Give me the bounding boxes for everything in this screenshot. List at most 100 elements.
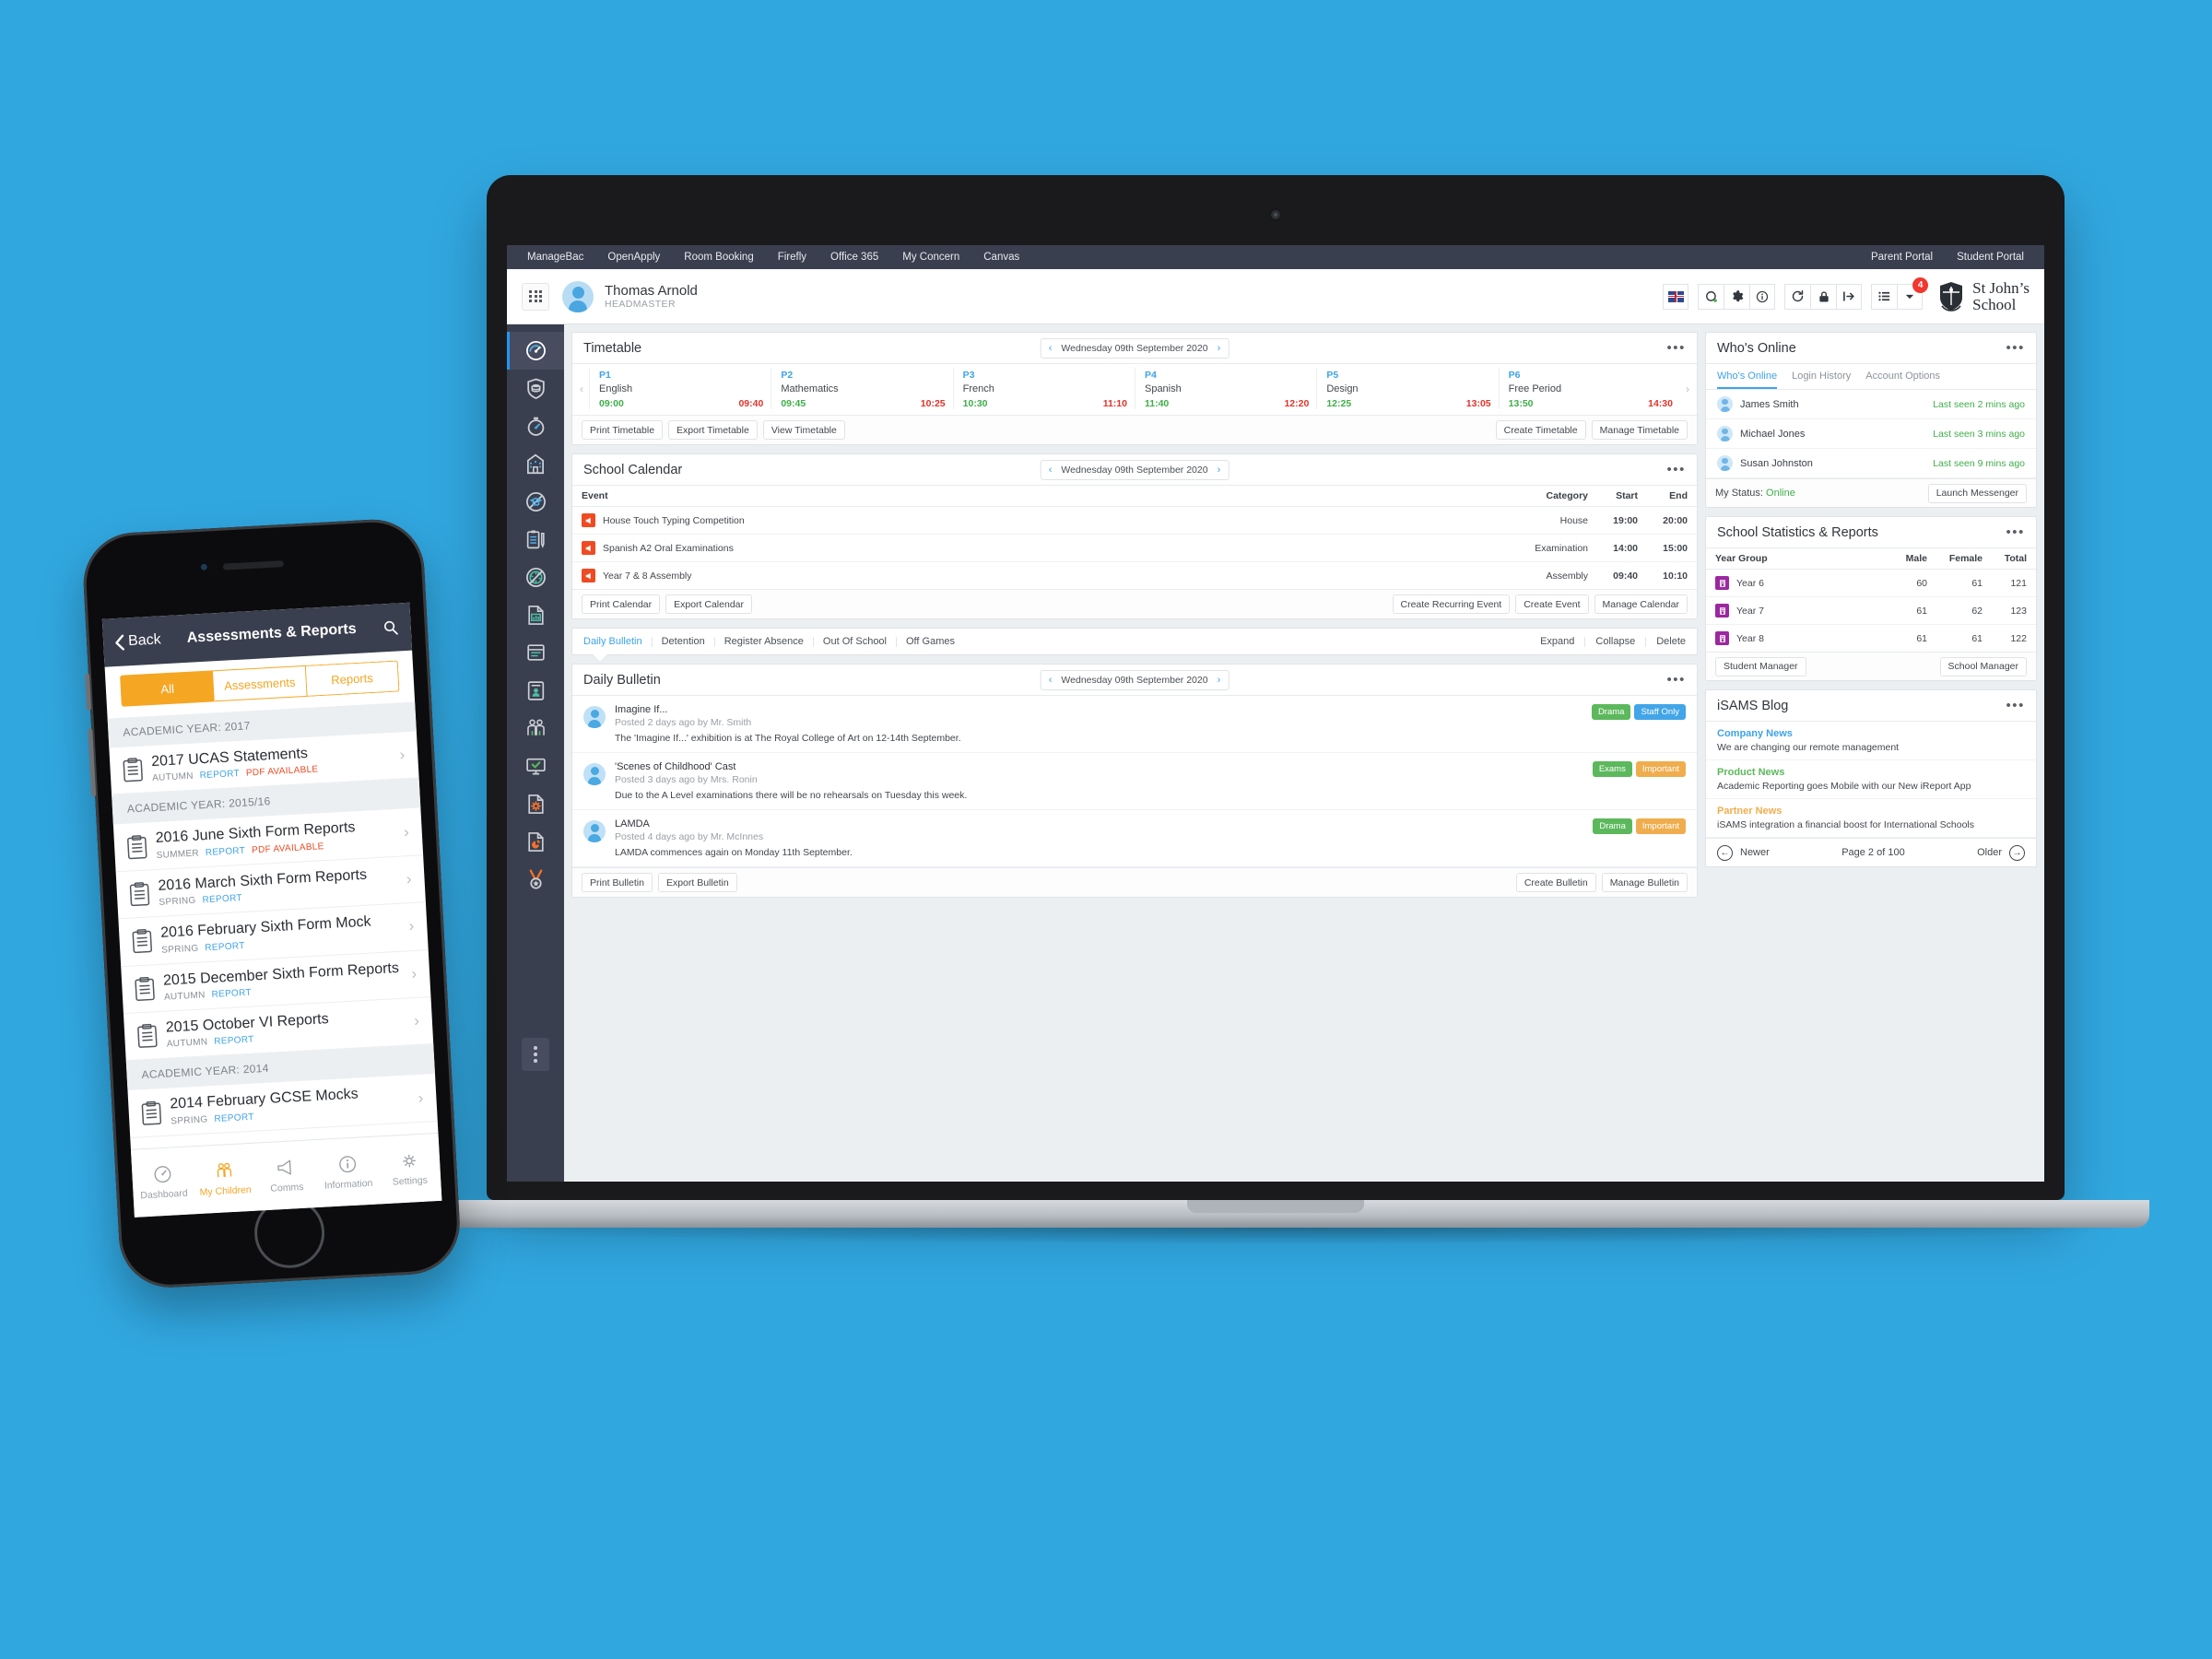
sidebar-item-external-exams[interactable] — [507, 521, 564, 559]
phone-tab-dashboard[interactable]: Dashboard — [131, 1147, 196, 1218]
sidebar-item-staff-records[interactable] — [507, 672, 564, 710]
tab-login-history[interactable]: Login History — [1792, 364, 1851, 389]
export-bulletin-button[interactable]: Export Bulletin — [657, 873, 737, 892]
topbar-link-firefly[interactable]: Firefly — [778, 252, 806, 263]
sidebar-item-registration[interactable] — [507, 634, 564, 672]
notifications-menu[interactable]: 4 — [1871, 276, 1929, 310]
manage-bulletin-button[interactable]: Manage Bulletin — [1601, 873, 1688, 892]
view-timetable-button[interactable]: View Timetable — [762, 420, 845, 440]
lock-icon[interactable] — [1810, 283, 1837, 310]
sidebar-item-online-reports[interactable] — [507, 596, 564, 634]
search-icon[interactable] — [382, 618, 400, 637]
bulletin-date-picker[interactable]: ‹ Wednesday 09th September 2020 › — [1040, 669, 1230, 690]
list-item[interactable]: 'Scenes of Childhood' Cast Posted 3 days… — [572, 753, 1697, 810]
table-row[interactable]: Year 8 61 61 122 — [1706, 625, 2036, 653]
list-item[interactable]: LAMDA Posted 4 days ago by Mr. McInnes L… — [572, 810, 1697, 867]
tab-out-of-school[interactable]: Out Of School — [814, 636, 896, 647]
sidebar-item-rewards[interactable] — [507, 861, 564, 899]
table-row[interactable]: House Touch Typing Competition House 19:… — [572, 506, 1697, 535]
topbar-link-office365[interactable]: Office 365 — [830, 252, 878, 263]
table-row[interactable]: Year 7 61 62 123 — [1706, 596, 2036, 625]
topbar-link-openapply[interactable]: OpenApply — [607, 252, 660, 263]
period-p2[interactable]: P2 Mathematics 09:45 10:25 — [771, 368, 952, 409]
list-item[interactable]: Product News Academic Reporting goes Mob… — [1706, 760, 2036, 799]
print-calendar-button[interactable]: Print Calendar — [582, 594, 661, 614]
period-p1[interactable]: P1 English 09:00 09:40 — [589, 368, 771, 409]
topbar-link-room-booking[interactable]: Room Booking — [684, 252, 753, 263]
sidebar-item-tasks[interactable] — [507, 747, 564, 785]
sidebar-item-pupil-manager[interactable] — [507, 710, 564, 747]
phone-volume-up-button[interactable] — [84, 673, 92, 711]
list-item[interactable]: Michael Jones Last seen 3 mins ago — [1706, 419, 2036, 449]
tab-whos-online[interactable]: Who's Online — [1717, 364, 1778, 389]
sidebar-item-discipline[interactable] — [507, 407, 564, 445]
phone-tab-settings[interactable]: Settings — [377, 1134, 442, 1205]
topbar-link-managebac[interactable]: ManageBac — [527, 252, 583, 263]
list-item[interactable]: Partner News iSAMS integration a financi… — [1706, 799, 2036, 838]
student-manager-button[interactable]: Student Manager — [1715, 656, 1806, 677]
timetable-date-picker[interactable]: ‹ Wednesday 09th September 2020 › — [1040, 337, 1230, 359]
topbar-link-parent-portal[interactable]: Parent Portal — [1871, 252, 1933, 263]
gear-icon[interactable] — [1724, 283, 1750, 310]
phone-tab-my-children[interactable]: My Children — [193, 1144, 258, 1215]
tab-detention[interactable]: Detention — [653, 636, 714, 647]
table-row[interactable]: Spanish A2 Oral Examinations Examination… — [572, 534, 1697, 562]
period-p5[interactable]: P5 Design 12:25 13:05 — [1316, 368, 1498, 409]
tab-register-absence[interactable]: Register Absence — [715, 636, 813, 647]
expand-action[interactable]: Expand — [1530, 636, 1584, 647]
print-timetable-button[interactable]: Print Timetable — [582, 420, 664, 440]
topbar-link-my-concern[interactable]: My Concern — [902, 252, 959, 263]
apps-grid-icon[interactable] — [522, 282, 549, 311]
newer-arrow-icon[interactable]: ← — [1717, 844, 1733, 861]
phone-tab-comms[interactable]: Comms — [253, 1140, 319, 1211]
topbar-link-canvas[interactable]: Canvas — [983, 252, 1019, 263]
create-timetable-button[interactable]: Create Timetable — [1495, 420, 1586, 440]
tab-off-games[interactable]: Off Games — [897, 636, 964, 647]
create-bulletin-button[interactable]: Create Bulletin — [1515, 873, 1596, 892]
older-arrow-icon[interactable]: → — [2009, 844, 2025, 861]
collapse-action[interactable]: Collapse — [1585, 636, 1645, 647]
sidebar-item-reporting[interactable] — [507, 823, 564, 861]
sidebar-item-estates[interactable] — [507, 445, 564, 483]
list-item[interactable]: James Smith Last seen 2 mins ago — [1706, 390, 2036, 419]
manage-timetable-button[interactable]: Manage Timetable — [1591, 420, 1688, 440]
tab-account-options[interactable]: Account Options — [1865, 364, 1940, 389]
list-menu-icon[interactable] — [1871, 283, 1898, 310]
tab-daily-bulletin[interactable]: Daily Bulletin — [583, 636, 652, 647]
info-icon[interactable] — [1749, 283, 1776, 310]
export-calendar-button[interactable]: Export Calendar — [665, 594, 752, 614]
table-row[interactable]: Year 6 60 61 121 — [1706, 569, 2036, 597]
logout-icon[interactable] — [1836, 283, 1863, 310]
next-day-icon[interactable]: › — [1218, 343, 1221, 354]
sidebar-item-settings-docs[interactable] — [507, 785, 564, 823]
period-p3[interactable]: P3 French 10:30 11:10 — [952, 368, 1135, 409]
period-p4[interactable]: P4 Spanish 11:40 12:20 — [1134, 368, 1316, 409]
sidebar-item-dashboard[interactable] — [507, 332, 564, 370]
sidebar-item-off-games[interactable] — [507, 559, 564, 596]
newer-label[interactable]: Newer — [1740, 847, 1770, 858]
segment-assessments[interactable]: Assessments — [213, 665, 308, 702]
period-p6[interactable]: P6 Free Period 13:50 14:30 — [1498, 368, 1680, 409]
segment-all[interactable]: All — [120, 670, 216, 707]
list-item[interactable]: Susan Johnston Last seen 9 mins ago — [1706, 449, 2036, 478]
print-bulletin-button[interactable]: Print Bulletin — [582, 873, 653, 892]
uk-flag-icon[interactable] — [1663, 283, 1689, 310]
support-icon[interactable] — [1698, 283, 1724, 310]
prev-day-icon[interactable]: ‹ — [1049, 675, 1053, 686]
manage-calendar-button[interactable]: Manage Calendar — [1594, 594, 1688, 614]
phone-tab-information[interactable]: Information — [315, 1136, 381, 1207]
launch-messenger-button[interactable]: Launch Messenger — [1927, 483, 2027, 503]
refresh-icon[interactable] — [1784, 283, 1811, 310]
next-day-icon[interactable]: › — [1218, 675, 1221, 686]
list-item[interactable]: Company News We are changing our remote … — [1706, 722, 2036, 760]
sidebar-item-more[interactable] — [522, 1038, 549, 1071]
delete-action[interactable]: Delete — [1646, 636, 1686, 647]
next-day-icon[interactable]: › — [1218, 465, 1221, 476]
prev-day-icon[interactable]: ‹ — [1049, 343, 1053, 354]
segment-reports[interactable]: Reports — [305, 660, 400, 697]
prev-day-icon[interactable]: ‹ — [1049, 465, 1053, 476]
table-row[interactable]: Year 7 & 8 Assembly Assembly 09:40 10:10 — [572, 562, 1697, 590]
export-timetable-button[interactable]: Export Timetable — [668, 420, 758, 440]
periods-prev-icon[interactable]: ‹ — [574, 368, 589, 409]
sidebar-item-exclusions[interactable] — [507, 483, 564, 521]
